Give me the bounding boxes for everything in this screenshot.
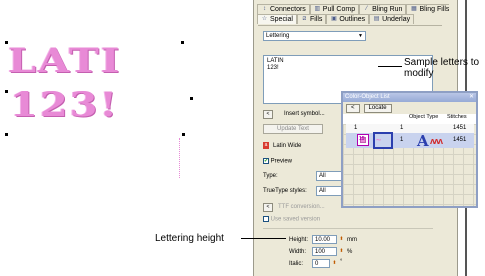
collapse-button[interactable]: < <box>263 110 273 119</box>
font-name: Latin Wide <box>273 142 302 149</box>
width-label: Width: <box>289 249 307 255</box>
underlay-icon: ▤ <box>373 16 380 22</box>
italic-input[interactable]: 0 <box>312 259 330 268</box>
separator <box>263 228 433 229</box>
selection-handle[interactable] <box>190 97 193 100</box>
chevron-left-icon: < <box>266 204 270 210</box>
locate-button[interactable]: Locate <box>363 103 392 113</box>
tab-connectors[interactable]: ↕ Connectors <box>257 4 310 14</box>
selection-handle[interactable] <box>182 133 185 136</box>
tab-row-bottom: ☆ Special ⧄ Fills ▣ Outlines ▤ Underlay <box>257 14 415 24</box>
italic-spinner[interactable]: ⬍ <box>331 259 338 268</box>
font-selector[interactable]: a Latin Wide <box>263 142 301 149</box>
selection-handle[interactable] <box>5 90 8 93</box>
column-header-stitches[interactable]: Stitches <box>447 114 467 120</box>
callout-leader-line <box>392 66 393 114</box>
font-icon: a <box>263 142 269 149</box>
sample-letters-callout: Sample letters to modify <box>404 57 480 79</box>
selection-handle[interactable] <box>5 41 8 44</box>
row-stitches: 1451 <box>453 137 467 143</box>
color-object-toolbar: < Locate <box>343 102 476 114</box>
outlines-icon: ▣ <box>331 16 337 22</box>
width-unit: % <box>347 249 353 255</box>
width-input[interactable]: 100 <box>312 247 337 256</box>
object-type-value: Lettering <box>266 33 290 39</box>
chevron-down-icon: ▼ <box>358 33 363 39</box>
collapse-button[interactable]: < <box>346 103 360 113</box>
window-title: Color-Object List <box>345 94 390 100</box>
ttf-collapse-button: < <box>263 203 273 212</box>
callout-leader-line <box>378 66 402 67</box>
row-count: 1 <box>400 125 404 131</box>
close-icon[interactable]: ✕ <box>469 93 474 102</box>
preview-checkbox[interactable]: ✔ <box>263 158 269 164</box>
use-saved-version-checkbox[interactable] <box>263 216 269 222</box>
bling-run-icon: ⁄ <box>366 6 368 12</box>
column-header-object-type[interactable]: Object Type <box>409 114 438 120</box>
italic-label: Italic: <box>289 261 304 267</box>
insert-symbol-button[interactable]: Insert symbol... <box>284 110 325 119</box>
tab-fills[interactable]: ⧄ Fills <box>296 14 327 24</box>
tab-label: Bling Run <box>372 5 403 13</box>
special-icon: ☆ <box>261 16 268 22</box>
row-index: 1 <box>354 125 358 131</box>
tab-bling-run[interactable]: ⁄ Bling Run <box>359 4 407 14</box>
ttf-conversion-button[interactable]: TTF conversion... <box>278 204 325 210</box>
selection-handle[interactable] <box>5 133 8 136</box>
stitch-type-icon: ʌʌʌ <box>430 136 443 146</box>
callout-leader-line <box>241 238 286 239</box>
baseline-marker <box>179 138 185 178</box>
width-spinner[interactable]: ⬍ <box>338 247 345 256</box>
preview-checkbox-row[interactable]: ✔ Preview <box>263 158 292 165</box>
tab-label: Fills <box>309 15 323 23</box>
type-label: Type: <box>263 173 278 179</box>
lettering-thumbnail-icon: ~ <box>376 135 382 145</box>
height-spinner[interactable]: ⬍ <box>338 235 345 244</box>
selection-handle[interactable] <box>181 41 184 44</box>
tab-label: Connectors <box>270 5 306 13</box>
pull-comp-icon: ▥ <box>314 6 321 12</box>
tab-bling-fills[interactable]: ▦ Bling Fills <box>406 4 454 14</box>
lettering-line-1[interactable]: LATI <box>8 44 121 78</box>
swatch-number: 15 <box>359 136 365 142</box>
tab-label: Bling Fills <box>419 5 450 13</box>
tab-row-top: ↕ Connectors ▥ Pull Comp ⁄ Bling Run ▦ Bling… <box>257 4 454 14</box>
tab-label: Underlay <box>382 15 411 23</box>
bling-fills-icon: ▦ <box>411 6 417 12</box>
tab-label: Pull Comp <box>322 5 356 13</box>
tab-outlines[interactable]: ▣ Outlines <box>326 14 370 24</box>
color-object-list-title: Color-Object List ✕ <box>343 93 476 102</box>
lettering-object-icon: A <box>417 132 429 150</box>
height-label: Height: <box>289 237 309 243</box>
row-count: 1 <box>400 137 404 143</box>
object-type-select[interactable]: Lettering ▼ <box>263 31 366 41</box>
lettering-line-2[interactable]: 123! <box>10 88 119 122</box>
tab-special[interactable]: ☆ Special <box>257 14 297 24</box>
color-object-list-window: Color-Object List ✕ < Locate Object Type… <box>341 91 478 208</box>
height-unit: mm <box>347 237 357 243</box>
tab-label: Outlines <box>339 15 366 23</box>
use-saved-version-row[interactable]: Use saved version <box>263 216 320 223</box>
preview-label: Preview <box>270 158 293 165</box>
tab-underlay[interactable]: ▤ Underlay <box>369 14 415 24</box>
chevron-left-icon: < <box>266 111 270 117</box>
update-text-button[interactable]: Update Text <box>263 124 323 134</box>
fills-icon: ⧄ <box>302 16 307 22</box>
tab-label: Special <box>270 15 293 23</box>
row-stitches: 1451 <box>453 125 467 131</box>
use-saved-version-label: Use saved version <box>270 216 321 223</box>
connectors-icon: ↕ <box>263 6 266 12</box>
italic-unit: ° <box>340 259 343 265</box>
tab-pull-comp[interactable]: ▥ Pull Comp <box>309 4 360 14</box>
height-input[interactable]: 10.00 <box>312 235 337 244</box>
truetype-label: TrueType styles: <box>263 188 307 194</box>
lettering-height-callout: Lettering height <box>155 233 224 244</box>
